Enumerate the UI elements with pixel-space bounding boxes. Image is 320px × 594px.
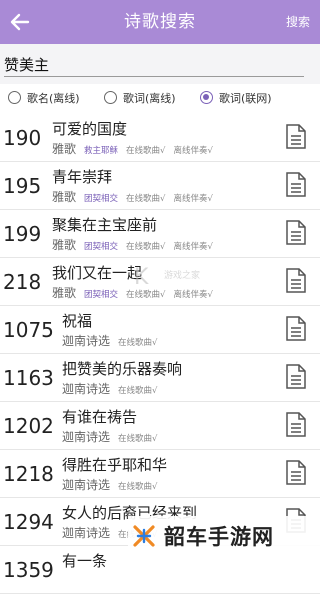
availability-tag: 在线歌曲√ — [118, 482, 158, 492]
page-title: 诗歌搜索 — [124, 12, 196, 32]
result-row[interactable]: 1202 有谁在祷告迦南诗选 在线歌曲√ — [0, 402, 320, 450]
option-label: 歌词(离线) — [123, 92, 176, 105]
availability-tag: 离线伴奏√ — [173, 242, 213, 252]
category-tag: 团契相交 — [84, 290, 119, 300]
song-meta: 雅歌 团契相交 在线歌曲√ 离线伴奏√ — [52, 236, 213, 253]
availability-tag: 在线歌曲√ — [126, 146, 166, 156]
song-title: 有一条 — [62, 552, 108, 570]
result-row[interactable]: 1218 得胜在乎耶和华 迦南诗选 在线歌曲√ — [0, 450, 320, 498]
song-number: 195 — [3, 174, 42, 198]
availability-tag: 离线伴奏√ — [173, 194, 213, 204]
song-number: 199 — [3, 222, 42, 246]
result-row[interactable]: 1163 把赞美的乐器奏响 迦南诗选 在线歌曲√ — [0, 354, 320, 402]
song-title: 把赞美的乐器奏响 — [62, 360, 183, 378]
lyrics-document-icon[interactable] — [286, 316, 306, 341]
song-number: 218 — [3, 270, 42, 294]
lyrics-document-icon[interactable] — [286, 124, 306, 149]
watermark-text: 游戏之家 — [164, 271, 201, 281]
availability-tag: 在线歌曲√ — [126, 194, 166, 204]
brand-logo-icon — [133, 525, 155, 547]
svg-text:K: K — [134, 265, 149, 290]
lyrics-document-icon[interactable] — [286, 460, 306, 485]
radio-icon — [8, 91, 21, 104]
result-row[interactable]: 190 可爱的国度雅歌 救主耶稣 在线歌曲√ 离线伴奏√ — [0, 114, 320, 162]
category-tag: 救主耶稣 — [84, 146, 119, 156]
songbook-name: 雅歌 — [52, 190, 77, 204]
lyrics-document-icon[interactable] — [286, 268, 306, 293]
songbook-name: 迦南诗选 — [62, 334, 111, 348]
radio-icon — [104, 91, 117, 104]
songbook-name: 雅歌 — [52, 286, 77, 300]
category-tag: 团契相交 — [84, 194, 119, 204]
songbook-name: 迦南诗选 — [62, 430, 111, 444]
songbook-name: 雅歌 — [52, 142, 77, 156]
search-button[interactable]: 搜索 — [286, 0, 310, 44]
search-bar — [0, 44, 320, 84]
song-number: 1202 — [3, 414, 54, 438]
lyrics-document-icon[interactable] — [286, 412, 306, 437]
result-row[interactable]: 195 青年崇拜雅歌 团契相交 在线歌曲√ 离线伴奏√ — [0, 162, 320, 210]
availability-tag: 在线歌曲√ — [126, 242, 166, 252]
songbook-name: 雅歌 — [52, 238, 77, 252]
song-number: 1218 — [3, 462, 54, 486]
song-number: 1359 — [3, 558, 54, 582]
availability-tag: 在线歌曲√ — [118, 338, 158, 348]
song-number: 190 — [3, 126, 42, 150]
result-row[interactable]: 199 聚集在主宝座前雅歌 团契相交 在线歌曲√ 离线伴奏√ — [0, 210, 320, 258]
song-meta: 迦南诗选在线歌曲√ — [62, 428, 157, 445]
song-meta: 迦南诗选在线歌曲√ — [62, 332, 157, 349]
song-title: 聚集在主宝座前 — [52, 216, 158, 234]
availability-tag: 在线歌曲√ — [118, 386, 158, 396]
song-meta: 雅歌 团契相交 在线歌曲√ 离线伴奏√ — [52, 188, 213, 205]
watermark-logo: K 游戏之家 — [134, 260, 224, 300]
brand-text: 韶车手游网 — [164, 525, 274, 549]
top-app-bar: 诗歌搜索 搜索 — [0, 0, 320, 44]
song-meta: 迦南诗选在线歌曲√ — [62, 476, 157, 493]
search-mode-options: 歌名(离线) 歌词(离线) 歌词(联网) — [0, 84, 320, 114]
song-title: 我们又在一起 — [52, 264, 143, 282]
lyrics-document-icon[interactable] — [286, 220, 306, 245]
radio-selected-icon — [200, 91, 213, 104]
category-tag: 团契相交 — [84, 242, 119, 252]
brand-watermark: 韶车手游网 — [128, 516, 320, 556]
availability-tag: 离线伴奏√ — [173, 146, 213, 156]
option-label: 歌名(离线) — [27, 92, 80, 105]
song-number: 1294 — [3, 510, 54, 534]
lyrics-document-icon[interactable] — [286, 172, 306, 197]
song-meta: 迦南诗选在线歌曲√ — [62, 380, 157, 397]
song-title: 青年崇拜 — [52, 168, 113, 186]
song-title: 有谁在祷告 — [62, 408, 138, 426]
song-title: 可爱的国度 — [52, 120, 128, 138]
song-title: 祝福 — [62, 312, 93, 330]
song-title: 得胜在乎耶和华 — [62, 456, 168, 474]
watermark-icon: K — [134, 265, 149, 290]
result-row[interactable]: 1075 祝福迦南诗选 在线歌曲√ — [0, 306, 320, 354]
songbook-name: 迦南诗选 — [62, 526, 111, 540]
songbook-name: 迦南诗选 — [62, 382, 111, 396]
search-input[interactable] — [4, 52, 304, 77]
song-meta: 雅歌 救主耶稣 在线歌曲√ 离线伴奏√ — [52, 140, 213, 157]
lyrics-document-icon[interactable] — [286, 364, 306, 389]
song-number: 1075 — [3, 318, 54, 342]
songbook-name: 迦南诗选 — [62, 478, 111, 492]
availability-tag: 在线歌曲√ — [118, 434, 158, 444]
option-label: 歌词(联网) — [219, 92, 272, 105]
song-number: 1163 — [3, 366, 54, 390]
